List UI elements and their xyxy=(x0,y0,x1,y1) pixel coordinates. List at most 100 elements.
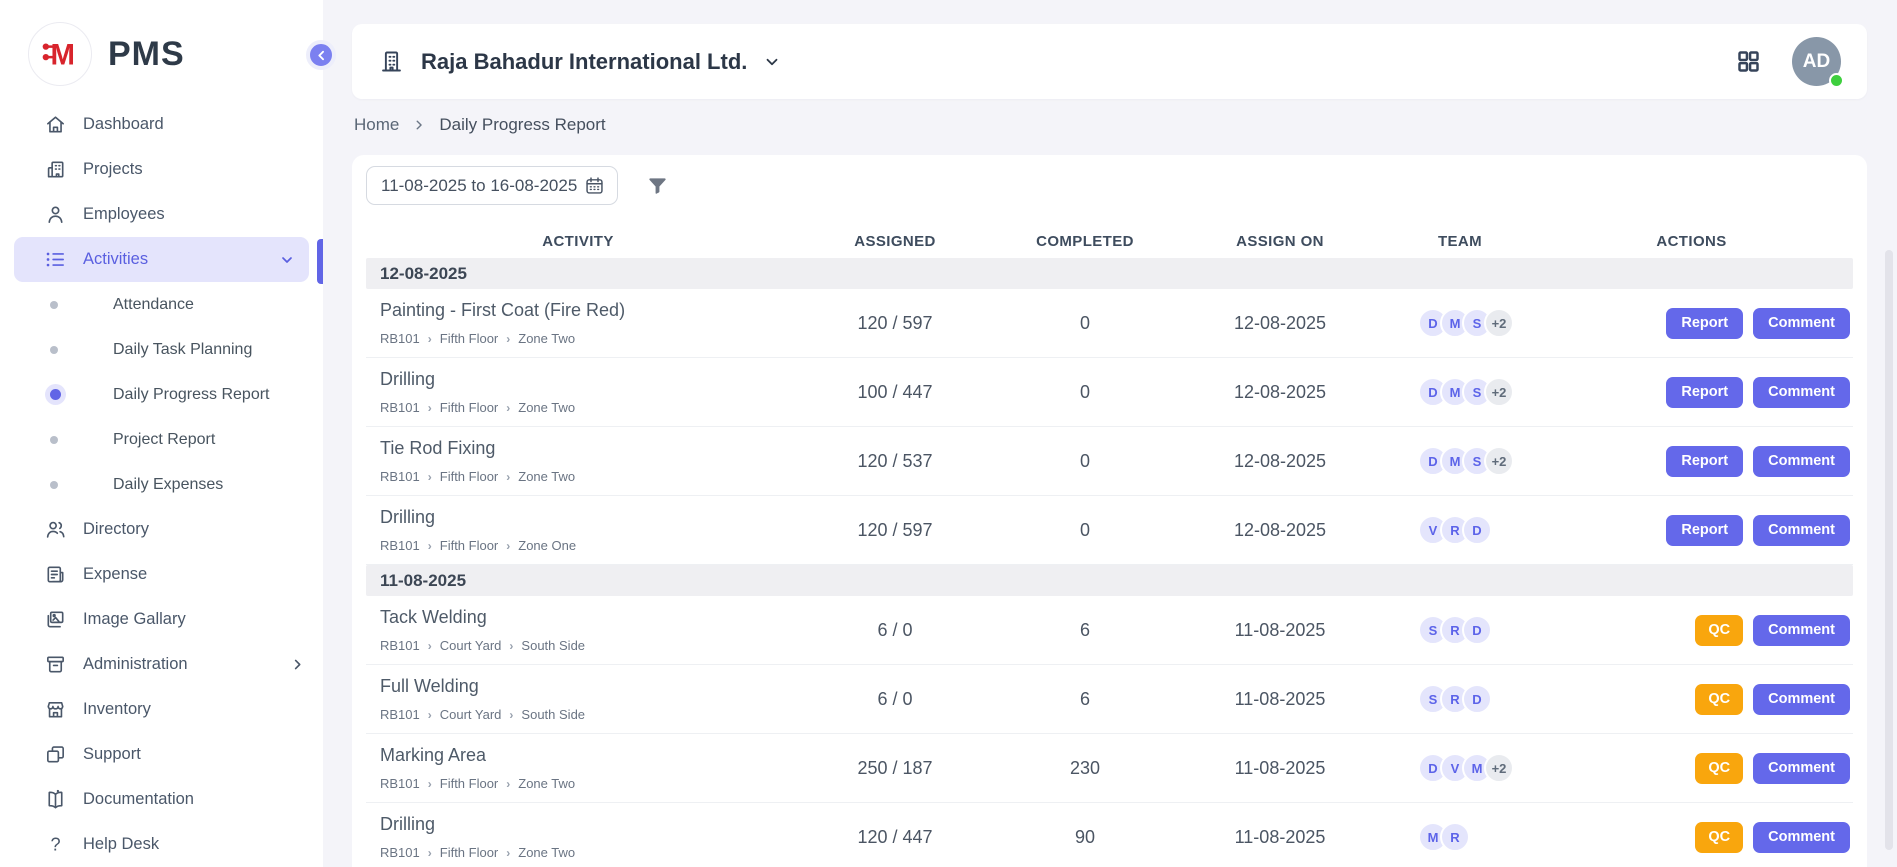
assigned-value: 250 / 187 xyxy=(790,758,1000,779)
comment-button[interactable]: Comment xyxy=(1753,615,1850,646)
home-icon xyxy=(44,113,67,136)
activity-title: Painting - First Coat (Fire Red) xyxy=(380,300,790,321)
apps-grid-icon[interactable] xyxy=(1735,48,1762,75)
team-avatar-more[interactable]: +2 xyxy=(1484,753,1514,783)
qc-button[interactable]: QC xyxy=(1695,615,1743,646)
actions-cell: QC Comment xyxy=(1530,615,1853,646)
assign-on-value: 12-08-2025 xyxy=(1170,382,1390,403)
path-segment: Zone Two xyxy=(518,469,575,484)
table-row: Full Welding RB101›Court Yard›South Side… xyxy=(366,665,1853,734)
activity-title: Tie Rod Fixing xyxy=(380,438,790,459)
comment-button[interactable]: Comment xyxy=(1753,822,1850,853)
report-button[interactable]: Report xyxy=(1666,308,1743,339)
sidebar-collapse-button[interactable] xyxy=(306,40,336,70)
qc-button[interactable]: QC xyxy=(1695,753,1743,784)
comment-button[interactable]: Comment xyxy=(1753,377,1850,408)
activity-title: Marking Area xyxy=(380,745,790,766)
activity-cell: Tack Welding RB101›Court Yard›South Side xyxy=(366,607,790,653)
filter-funnel-icon[interactable] xyxy=(646,174,669,197)
path-chevron-icon: › xyxy=(509,708,513,722)
sidebar-item-inventory[interactable]: Inventory xyxy=(0,687,323,732)
completed-value: 230 xyxy=(1000,758,1170,779)
group-date: 12-08-2025 xyxy=(380,264,467,284)
actions-cell: Report Comment xyxy=(1530,515,1853,546)
company-selector[interactable]: Raja Bahadur International Ltd. xyxy=(378,48,781,75)
filter-row: 11-08-2025 to 16-08-2025 xyxy=(366,166,1853,205)
path-segment: Court Yard xyxy=(440,638,502,653)
sidebar-subitem-project-report[interactable]: Project Report xyxy=(0,417,323,462)
team-avatar-more[interactable]: +2 xyxy=(1484,446,1514,476)
assigned-value: 120 / 597 xyxy=(790,313,1000,334)
path-segment: RB101 xyxy=(380,538,420,553)
activity-path: RB101›Fifth Floor›Zone One xyxy=(380,538,790,553)
report-button[interactable]: Report xyxy=(1666,446,1743,477)
comment-button[interactable]: Comment xyxy=(1753,446,1850,477)
calendar-icon xyxy=(584,175,605,196)
report-button[interactable]: Report xyxy=(1666,515,1743,546)
store-icon xyxy=(44,698,67,721)
date-range-input[interactable]: 11-08-2025 to 16-08-2025 xyxy=(366,166,618,205)
sidebar-item-documentation[interactable]: Documentation xyxy=(0,777,323,822)
assign-on-value: 12-08-2025 xyxy=(1170,520,1390,541)
bullet-dot-icon xyxy=(50,389,61,400)
activity-cell: Drilling RB101›Fifth Floor›Zone One xyxy=(366,507,790,553)
sidebar-item-help-desk[interactable]: ?Help Desk xyxy=(0,822,323,867)
team-avatar[interactable]: D xyxy=(1462,684,1492,714)
sidebar-item-label: Activities xyxy=(83,250,148,269)
sidebar-item-expense[interactable]: Expense xyxy=(0,552,323,597)
people-icon xyxy=(44,518,67,541)
assign-on-value: 11-08-2025 xyxy=(1170,827,1390,848)
sidebar-item-label: Documentation xyxy=(83,790,194,809)
sidebar-subitem-daily-expenses[interactable]: Daily Expenses xyxy=(0,462,323,507)
comment-button[interactable]: Comment xyxy=(1753,753,1850,784)
team-avatar[interactable]: D xyxy=(1462,515,1492,545)
assign-on-value: 11-08-2025 xyxy=(1170,689,1390,710)
assigned-value: 120 / 537 xyxy=(790,451,1000,472)
table-row: Drilling RB101›Fifth Floor›Zone Two 120 … xyxy=(366,803,1853,867)
activity-path: RB101›Court Yard›South Side xyxy=(380,707,790,722)
comment-button[interactable]: Comment xyxy=(1753,308,1850,339)
comment-button[interactable]: Comment xyxy=(1753,684,1850,715)
sidebar-item-label: Help Desk xyxy=(83,835,159,854)
active-item-indicator-bar xyxy=(317,239,323,284)
image-icon xyxy=(44,608,67,631)
assigned-value: 120 / 447 xyxy=(790,827,1000,848)
completed-value: 6 xyxy=(1000,620,1170,641)
bullet-dot-icon xyxy=(50,436,58,444)
qc-button[interactable]: QC xyxy=(1695,684,1743,715)
sidebar-item-administration[interactable]: Administration xyxy=(0,642,323,687)
activity-cell: Marking Area RB101›Fifth Floor›Zone Two xyxy=(366,745,790,791)
team-cell: DVM+2 xyxy=(1390,753,1530,783)
qc-button[interactable]: QC xyxy=(1695,822,1743,853)
path-chevron-icon: › xyxy=(506,539,510,553)
comment-button[interactable]: Comment xyxy=(1753,515,1850,546)
table-body: 12-08-2025 Painting - First Coat (Fire R… xyxy=(366,258,1853,867)
sidebar-item-directory[interactable]: Directory xyxy=(0,507,323,552)
report-button[interactable]: Report xyxy=(1666,377,1743,408)
sidebar-subitem-daily-task-planning[interactable]: Daily Task Planning xyxy=(0,327,323,372)
sidebar-item-projects[interactable]: Projects xyxy=(0,147,323,192)
team-cell: DMS+2 xyxy=(1390,446,1530,476)
user-avatar[interactable]: AD xyxy=(1792,37,1841,86)
sidebar-item-employees[interactable]: Employees xyxy=(0,192,323,237)
column-header-activity: ACTIVITY xyxy=(366,233,790,250)
actions-cell: QC Comment xyxy=(1530,684,1853,715)
path-segment: Fifth Floor xyxy=(440,469,499,484)
activity-title: Full Welding xyxy=(380,676,790,697)
breadcrumb-item-home[interactable]: Home xyxy=(354,115,399,135)
chevron-right-icon xyxy=(290,657,305,672)
sidebar-item-dashboard[interactable]: Dashboard xyxy=(0,102,323,147)
team-avatar-more[interactable]: +2 xyxy=(1484,377,1514,407)
team-avatar[interactable]: D xyxy=(1462,615,1492,645)
sidebar-item-activities[interactable]: Activities xyxy=(14,237,309,282)
assign-on-value: 11-08-2025 xyxy=(1170,758,1390,779)
sidebar-item-support[interactable]: Support xyxy=(0,732,323,777)
activity-path: RB101›Fifth Floor›Zone Two xyxy=(380,845,790,860)
team-avatar-more[interactable]: +2 xyxy=(1484,308,1514,338)
sidebar-subitem-daily-progress-report[interactable]: Daily Progress Report xyxy=(0,372,323,417)
activity-title: Tack Welding xyxy=(380,607,790,628)
sidebar-subitem-attendance[interactable]: Attendance xyxy=(0,282,323,327)
team-avatar[interactable]: R xyxy=(1440,822,1470,852)
page-scrollbar[interactable] xyxy=(1885,250,1893,850)
sidebar-item-image-gallary[interactable]: Image Gallary xyxy=(0,597,323,642)
